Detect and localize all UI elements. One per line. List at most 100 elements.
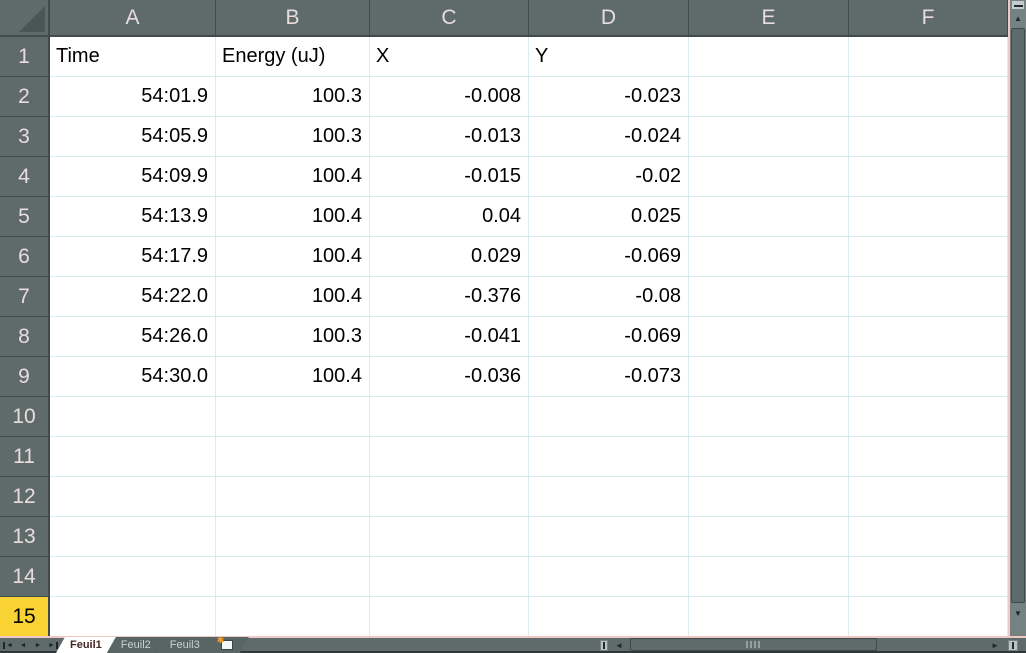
cell-b12[interactable] xyxy=(216,477,370,517)
cell-f9[interactable] xyxy=(849,357,1008,397)
row-header-3[interactable]: 3 xyxy=(0,117,50,157)
column-header-d[interactable]: D xyxy=(529,0,689,37)
cell-e12[interactable] xyxy=(689,477,849,517)
cell-e7[interactable] xyxy=(689,277,849,317)
cell-c7[interactable]: -0.376 xyxy=(370,277,529,317)
vertical-scrollbar-thumb[interactable] xyxy=(1011,28,1025,603)
cell-d7[interactable]: -0.08 xyxy=(529,277,689,317)
cell-f1[interactable] xyxy=(849,37,1008,77)
sheet-tab-feuil3[interactable]: Feuil3 xyxy=(156,637,214,653)
row-header-9[interactable]: 9 xyxy=(0,357,50,397)
cell-d12[interactable] xyxy=(529,477,689,517)
cell-d9[interactable]: -0.073 xyxy=(529,357,689,397)
cell-d1[interactable]: Y xyxy=(529,37,689,77)
cell-c3[interactable]: -0.013 xyxy=(370,117,529,157)
cell-c12[interactable] xyxy=(370,477,529,517)
cell-e6[interactable] xyxy=(689,237,849,277)
row-header-4[interactable]: 4 xyxy=(0,157,50,197)
cell-a5[interactable]: 54:13.9 xyxy=(50,197,216,237)
row-header-13[interactable]: 13 xyxy=(0,517,50,557)
cell-a9[interactable]: 54:30.0 xyxy=(50,357,216,397)
cell-c13[interactable] xyxy=(370,517,529,557)
scroll-right-button[interactable]: ► xyxy=(988,639,1002,651)
cell-e3[interactable] xyxy=(689,117,849,157)
vertical-split-handle[interactable] xyxy=(1011,0,1025,10)
cell-d10[interactable] xyxy=(529,397,689,437)
sheet-tab-feuil1[interactable]: Feuil1 xyxy=(56,637,116,653)
row-header-6[interactable]: 6 xyxy=(0,237,50,277)
cell-d2[interactable]: -0.023 xyxy=(529,77,689,117)
cell-c9[interactable]: -0.036 xyxy=(370,357,529,397)
cell-a1[interactable]: Time xyxy=(50,37,216,77)
cell-f5[interactable] xyxy=(849,197,1008,237)
cell-e10[interactable] xyxy=(689,397,849,437)
scroll-down-button[interactable]: ▼ xyxy=(1010,606,1026,621)
cell-e5[interactable] xyxy=(689,197,849,237)
cell-d11[interactable] xyxy=(529,437,689,477)
cell-e4[interactable] xyxy=(689,157,849,197)
cell-b2[interactable]: 100.3 xyxy=(216,77,370,117)
scroll-left-button[interactable]: ◄ xyxy=(612,639,626,651)
horizontal-split-handle[interactable] xyxy=(1008,640,1018,651)
cell-a2[interactable]: 54:01.9 xyxy=(50,77,216,117)
column-header-c[interactable]: C xyxy=(370,0,529,37)
row-header-8[interactable]: 8 xyxy=(0,317,50,357)
cell-d6[interactable]: -0.069 xyxy=(529,237,689,277)
cell-c15[interactable] xyxy=(370,597,529,637)
row-header-5[interactable]: 5 xyxy=(0,197,50,237)
cell-f13[interactable] xyxy=(849,517,1008,557)
cell-a11[interactable] xyxy=(50,437,216,477)
cell-f12[interactable] xyxy=(849,477,1008,517)
cell-c11[interactable] xyxy=(370,437,529,477)
cell-f7[interactable] xyxy=(849,277,1008,317)
cell-c4[interactable]: -0.015 xyxy=(370,157,529,197)
sheet-tab-feuil2[interactable]: Feuil2 xyxy=(107,637,165,653)
cell-e13[interactable] xyxy=(689,517,849,557)
row-header-2[interactable]: 2 xyxy=(0,77,50,117)
cell-a10[interactable] xyxy=(50,397,216,437)
cell-f11[interactable] xyxy=(849,437,1008,477)
first-sheet-button[interactable]: ◄ xyxy=(2,640,14,651)
column-header-f[interactable]: F xyxy=(849,0,1008,37)
cell-c10[interactable] xyxy=(370,397,529,437)
cell-d14[interactable] xyxy=(529,557,689,597)
cell-c2[interactable]: -0.008 xyxy=(370,77,529,117)
cell-e11[interactable] xyxy=(689,437,849,477)
cell-b5[interactable]: 100.4 xyxy=(216,197,370,237)
cell-a13[interactable] xyxy=(50,517,216,557)
cell-c14[interactable] xyxy=(370,557,529,597)
cell-f10[interactable] xyxy=(849,397,1008,437)
cell-f2[interactable] xyxy=(849,77,1008,117)
cell-d4[interactable]: -0.02 xyxy=(529,157,689,197)
cell-c1[interactable]: X xyxy=(370,37,529,77)
cell-c5[interactable]: 0.04 xyxy=(370,197,529,237)
row-header-10[interactable]: 10 xyxy=(0,397,50,437)
cell-d3[interactable]: -0.024 xyxy=(529,117,689,157)
previous-sheet-button[interactable]: ◄ xyxy=(17,640,29,651)
cell-e1[interactable] xyxy=(689,37,849,77)
cell-b7[interactable]: 100.4 xyxy=(216,277,370,317)
cell-d13[interactable] xyxy=(529,517,689,557)
cell-f4[interactable] xyxy=(849,157,1008,197)
cell-b15[interactable] xyxy=(216,597,370,637)
column-header-b[interactable]: B xyxy=(216,0,370,37)
cell-b6[interactable]: 100.4 xyxy=(216,237,370,277)
column-header-a[interactable]: A xyxy=(50,0,216,37)
cell-d5[interactable]: 0.025 xyxy=(529,197,689,237)
column-header-e[interactable]: E xyxy=(689,0,849,37)
cell-a6[interactable]: 54:17.9 xyxy=(50,237,216,277)
cell-a8[interactable]: 54:26.0 xyxy=(50,317,216,357)
cell-f3[interactable] xyxy=(849,117,1008,157)
row-header-1[interactable]: 1 xyxy=(0,37,50,77)
row-header-15[interactable]: 15 xyxy=(0,597,50,637)
select-all-button[interactable] xyxy=(0,0,50,37)
next-sheet-button[interactable]: ► xyxy=(32,640,44,651)
cell-b1[interactable]: Energy (uJ) xyxy=(216,37,370,77)
cell-a12[interactable] xyxy=(50,477,216,517)
cell-b10[interactable] xyxy=(216,397,370,437)
cell-d15[interactable] xyxy=(529,597,689,637)
scroll-up-button[interactable]: ▲ xyxy=(1010,11,1026,26)
cell-b8[interactable]: 100.3 xyxy=(216,317,370,357)
cell-c8[interactable]: -0.041 xyxy=(370,317,529,357)
cell-f15[interactable] xyxy=(849,597,1008,637)
